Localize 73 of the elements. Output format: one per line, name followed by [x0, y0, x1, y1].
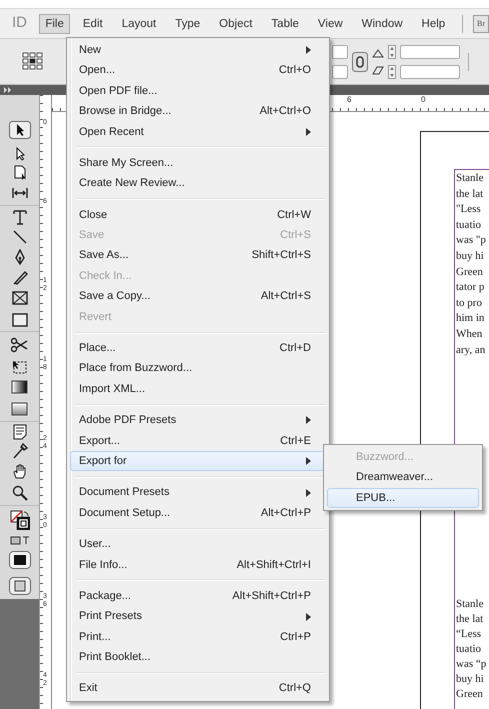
menu-item[interactable]: Close Ctrl+W — [70, 204, 326, 226]
dropdown-field[interactable] — [400, 64, 460, 78]
formatting-affects-icon[interactable] — [10, 534, 30, 546]
menu-item[interactable]: Open PDF file... — [70, 80, 326, 102]
dropdown-field[interactable] — [332, 64, 348, 78]
hand-tool-icon[interactable] — [12, 463, 27, 479]
pencil-tool-icon[interactable] — [12, 269, 28, 285]
menu-bar-item[interactable]: Edit — [76, 14, 109, 34]
scissors-icon[interactable] — [11, 336, 28, 352]
menu-item[interactable]: User... — [70, 534, 326, 555]
eyedropper-tool-icon[interactable] — [11, 443, 28, 459]
menu-bar-item[interactable]: File — [39, 14, 70, 34]
rotate-angle-icon — [372, 48, 384, 58]
menu-item[interactable]: Import XML... — [70, 378, 326, 400]
menu-bar-item[interactable]: Object — [213, 14, 258, 34]
menu-item[interactable]: Browse in Bridge... Alt+Ctrl+O — [70, 101, 326, 122]
menu-item[interactable]: Dreamweaver... — [327, 467, 479, 488]
menu-item[interactable]: Print Booklet... — [70, 647, 326, 668]
menu-item[interactable]: Place... Ctrl+D — [70, 338, 326, 358]
menu-bar-item[interactable]: View — [312, 14, 349, 34]
bridge-button[interactable]: Br — [473, 14, 489, 32]
app-logo: ID — [12, 13, 28, 34]
free-transform-tool-icon[interactable] — [11, 359, 28, 375]
menu-bar-item[interactable]: Table — [265, 14, 305, 34]
expand-panel-icon[interactable] — [4, 87, 12, 93]
page-tool-icon[interactable] — [12, 164, 26, 180]
menu-bar-item[interactable]: Layout — [116, 14, 162, 34]
fill-stroke-icon[interactable] — [10, 510, 30, 530]
menu-item[interactable]: Package... Alt+Shift+Ctrl+P — [70, 586, 326, 606]
menu-item[interactable]: Open Recent — [70, 122, 326, 142]
menu-item[interactable]: Document Presets — [70, 482, 326, 503]
gap-tool-icon[interactable] — [12, 186, 28, 200]
rectangle-frame-tool-icon[interactable] — [12, 290, 28, 306]
menu-item[interactable]: Adobe PDF Presets — [70, 410, 326, 431]
menu-item[interactable]: Print Presets — [70, 606, 326, 627]
selection-tool-icon[interactable] — [8, 121, 30, 139]
menu-item[interactable]: Place from Buzzword... — [70, 358, 326, 379]
menu-bar-item[interactable]: Type — [169, 14, 206, 34]
menu-item[interactable]: Export... Ctrl+E — [70, 430, 326, 452]
ruler-label: 0 — [421, 96, 426, 104]
menu-item[interactable]: File Info... Alt+Shift+Ctrl+I — [70, 554, 326, 575]
dropdown-field[interactable] — [332, 44, 348, 58]
menu-bar-item[interactable]: Help — [416, 14, 452, 34]
menu-item[interactable]: Open... Ctrl+O — [70, 60, 326, 81]
gradient-swatch-tool-icon[interactable] — [11, 379, 28, 395]
line-tool-icon[interactable] — [12, 229, 28, 245]
menu-item[interactable]: Export for — [70, 451, 326, 472]
shear-angle-icon — [372, 66, 384, 74]
menu-item[interactable]: EPUB... — [327, 488, 479, 508]
chain-link-icon[interactable] — [352, 52, 368, 72]
body-text: Stanle the lat "Less tuatio was "p buy hi Green tator p to pro him in When ary, an — [456, 171, 486, 358]
rectangle-tool-icon[interactable] — [12, 312, 28, 328]
reference-point-icon[interactable] — [22, 52, 44, 71]
menu-item[interactable]: Create New Review... — [70, 173, 326, 194]
menu-item[interactable]: New — [70, 40, 326, 60]
gradient-feather-tool-icon[interactable] — [11, 401, 28, 417]
type-tool-icon[interactable] — [12, 208, 28, 224]
menu-item[interactable]: Document Setup... Alt+Ctrl+P — [70, 502, 326, 524]
screen-mode-icon[interactable] — [8, 577, 30, 595]
dropdown-field[interactable] — [400, 44, 460, 58]
zoom-tool-icon[interactable] — [12, 485, 28, 501]
note-tool-icon[interactable] — [12, 424, 28, 440]
menu-item[interactable]: Print... Ctrl+P — [70, 626, 326, 648]
normal-view-mode-icon[interactable] — [8, 551, 30, 569]
menu-item[interactable]: Save As... Shift+Ctrl+S — [70, 246, 326, 266]
menu-item[interactable]: Save a Copy... Alt+Ctrl+S — [70, 286, 326, 307]
menu-item[interactable]: Share My Screen... — [70, 152, 326, 174]
ruler-label: 6 — [347, 96, 352, 104]
body-text: Stanle the lat “Less tuatio was “p buy hi Green — [456, 597, 486, 702]
menu-bar-item[interactable]: Window — [356, 14, 409, 34]
spinner-icon[interactable] — [388, 64, 396, 78]
menu-item[interactable]: Exit Ctrl+Q — [70, 678, 326, 699]
spinner-icon[interactable] — [388, 44, 396, 58]
